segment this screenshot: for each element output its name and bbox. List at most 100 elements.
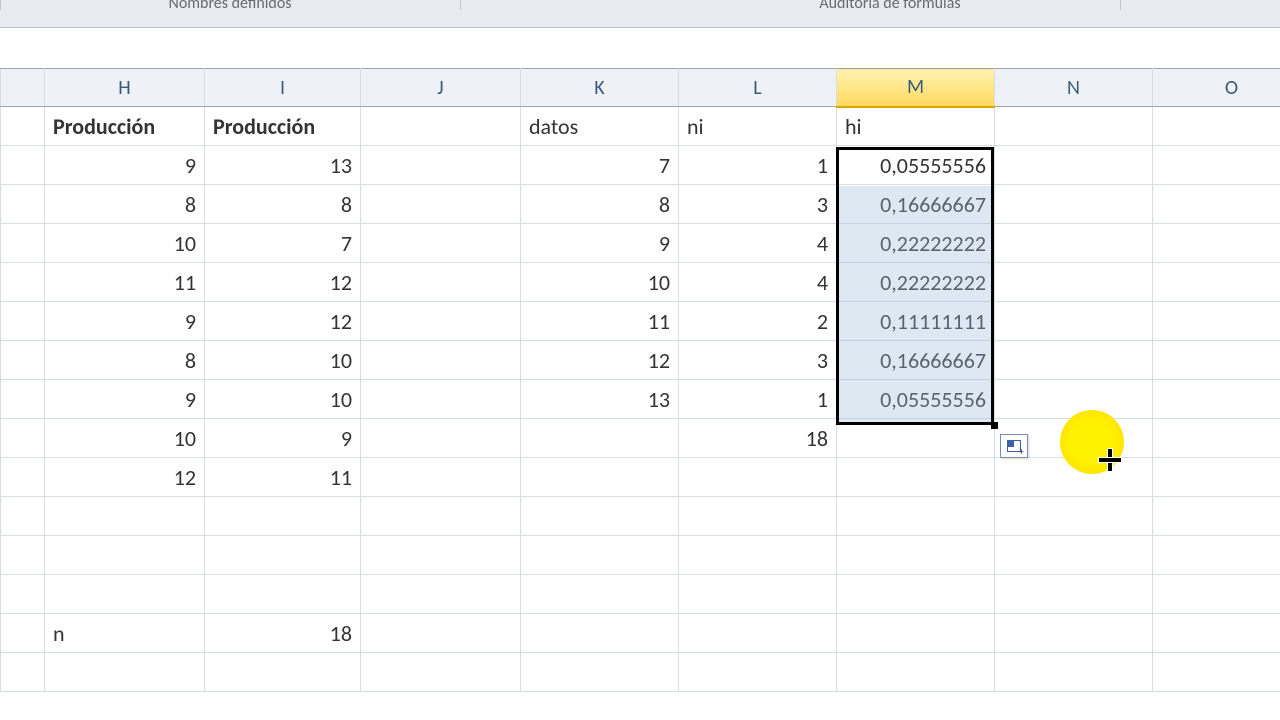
row-header[interactable] — [1, 224, 45, 263]
cell-K-header[interactable]: datos — [521, 107, 679, 146]
cell-L-10[interactable] — [679, 536, 837, 575]
cell[interactable] — [521, 614, 679, 653]
cell-I-1[interactable]: 8 — [205, 185, 361, 224]
row-header[interactable] — [1, 458, 45, 497]
cell-N-1[interactable] — [995, 185, 1153, 224]
cell-H-10[interactable] — [45, 536, 205, 575]
row-header[interactable] — [1, 497, 45, 536]
cell-M-8[interactable] — [837, 458, 995, 497]
cell-O-1[interactable] — [1153, 185, 1280, 224]
cell-L-7[interactable]: 18 — [679, 419, 837, 458]
cell-K-8[interactable] — [521, 458, 679, 497]
row-header[interactable] — [1, 185, 45, 224]
cell-M-1[interactable]: 0,16666667 — [837, 185, 995, 224]
cell-I-11[interactable] — [205, 575, 361, 614]
cell-L-8[interactable] — [679, 458, 837, 497]
cell-M-11[interactable] — [837, 575, 995, 614]
cell-O-2[interactable] — [1153, 224, 1280, 263]
cell-J-9[interactable] — [361, 497, 521, 536]
row-header[interactable] — [1, 614, 45, 653]
col-header-M[interactable]: M — [837, 69, 995, 107]
cell[interactable] — [837, 614, 995, 653]
cell-M-0[interactable]: 0,05555556 — [837, 146, 995, 185]
cell-O-8[interactable] — [1153, 458, 1280, 497]
row-header[interactable] — [1, 107, 45, 146]
cell[interactable] — [45, 653, 205, 692]
row-header[interactable] — [1, 341, 45, 380]
cell[interactable] — [1153, 614, 1280, 653]
cell-L-2[interactable]: 4 — [679, 224, 837, 263]
cell-H-0[interactable]: 9 — [45, 146, 205, 185]
cell-O-4[interactable] — [1153, 302, 1280, 341]
autofill-options-button[interactable] — [1000, 434, 1028, 458]
cell-K-9[interactable] — [521, 497, 679, 536]
cell-N-10[interactable] — [995, 536, 1153, 575]
cell-J-11[interactable] — [361, 575, 521, 614]
cell[interactable] — [995, 614, 1153, 653]
cell-L-header[interactable]: ni — [679, 107, 837, 146]
cell[interactable] — [837, 653, 995, 692]
cell-n-value[interactable]: 18 — [205, 614, 361, 653]
cell-M-header[interactable]: hi — [837, 107, 995, 146]
cell-J-1[interactable] — [361, 185, 521, 224]
cell-L-9[interactable] — [679, 497, 837, 536]
cell-J-4[interactable] — [361, 302, 521, 341]
cell-I-8[interactable]: 11 — [205, 458, 361, 497]
cell-L-11[interactable] — [679, 575, 837, 614]
cell-N-5[interactable] — [995, 341, 1153, 380]
cell-L-4[interactable]: 2 — [679, 302, 837, 341]
col-header-L[interactable]: L — [679, 69, 837, 107]
cell-O-9[interactable] — [1153, 497, 1280, 536]
row-header[interactable] — [1, 419, 45, 458]
col-header-N[interactable]: N — [995, 69, 1153, 107]
cell[interactable] — [361, 614, 521, 653]
cell-N-8[interactable] — [995, 458, 1153, 497]
cell-K-10[interactable] — [521, 536, 679, 575]
cell-J-header[interactable] — [361, 107, 521, 146]
cell-I-6[interactable]: 10 — [205, 380, 361, 419]
cell-O-11[interactable] — [1153, 575, 1280, 614]
cell-J-6[interactable] — [361, 380, 521, 419]
cell-M-7[interactable] — [837, 419, 995, 458]
cell-N-0[interactable] — [995, 146, 1153, 185]
cell-K-7[interactable] — [521, 419, 679, 458]
cell-I-header[interactable]: Producción — [205, 107, 361, 146]
cell-I-7[interactable]: 9 — [205, 419, 361, 458]
row-header[interactable] — [1, 302, 45, 341]
cell-I-3[interactable]: 12 — [205, 263, 361, 302]
cell-N-11[interactable] — [995, 575, 1153, 614]
col-header-K[interactable]: K — [521, 69, 679, 107]
cell-N-9[interactable] — [995, 497, 1153, 536]
cell[interactable] — [1, 653, 45, 692]
cell[interactable] — [361, 653, 521, 692]
cell-O-header[interactable] — [1153, 107, 1280, 146]
cell-M-6[interactable]: 0,05555556 — [837, 380, 995, 419]
cell-L-6[interactable]: 1 — [679, 380, 837, 419]
cell[interactable] — [679, 653, 837, 692]
cell-N-2[interactable] — [995, 224, 1153, 263]
cell-L-0[interactable]: 1 — [679, 146, 837, 185]
cell-J-3[interactable] — [361, 263, 521, 302]
cell-N-6[interactable] — [995, 380, 1153, 419]
row-header[interactable] — [1, 380, 45, 419]
spreadsheet-grid[interactable]: H I J K L M N O ProducciónProduccióndato… — [0, 68, 1280, 692]
cell-M-3[interactable]: 0,22222222 — [837, 263, 995, 302]
cell-J-0[interactable] — [361, 146, 521, 185]
cell-K-5[interactable]: 12 — [521, 341, 679, 380]
cell-I-10[interactable] — [205, 536, 361, 575]
cell-M-9[interactable] — [837, 497, 995, 536]
cell-H-header[interactable]: Producción — [45, 107, 205, 146]
row-header[interactable] — [1, 536, 45, 575]
cell-H-8[interactable]: 12 — [45, 458, 205, 497]
cell-K-2[interactable]: 9 — [521, 224, 679, 263]
cell[interactable] — [995, 653, 1153, 692]
cell-J-10[interactable] — [361, 536, 521, 575]
cell-K-6[interactable]: 13 — [521, 380, 679, 419]
cell-N-header[interactable] — [995, 107, 1153, 146]
cell-L-5[interactable]: 3 — [679, 341, 837, 380]
cell-N-4[interactable] — [995, 302, 1153, 341]
cell-J-2[interactable] — [361, 224, 521, 263]
cell-L-3[interactable]: 4 — [679, 263, 837, 302]
cell-K-4[interactable]: 11 — [521, 302, 679, 341]
row-header[interactable] — [1, 146, 45, 185]
